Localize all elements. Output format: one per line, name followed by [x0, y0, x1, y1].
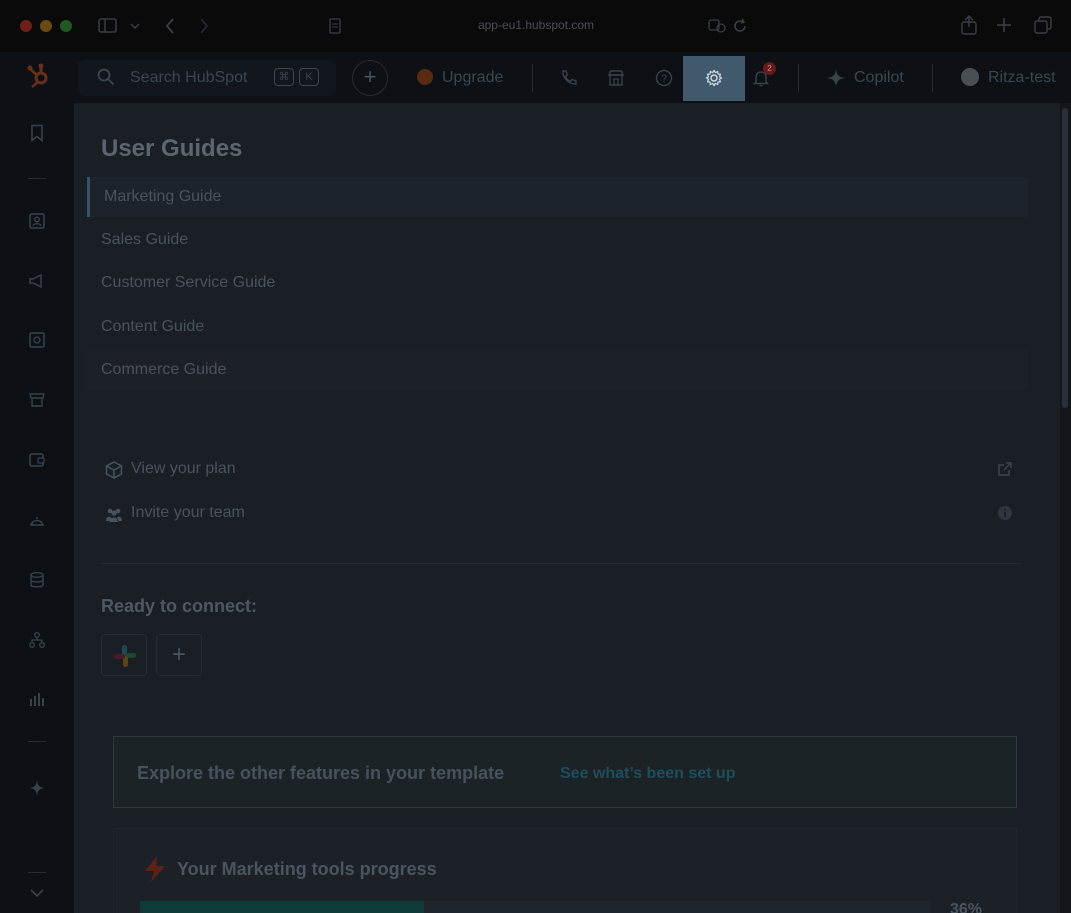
add-integration-button[interactable]: + [156, 634, 202, 676]
minimize-window-button[interactable] [40, 20, 52, 32]
search-placeholder: Search HubSpot [130, 69, 248, 86]
guide-item-label: Content Guide [101, 318, 205, 335]
reload-icon[interactable] [732, 18, 748, 34]
section-divider [101, 563, 1021, 564]
progress-bar-fill [140, 901, 425, 913]
share-icon[interactable] [960, 15, 978, 35]
copilot-sparkle-icon [827, 69, 845, 87]
marketing-megaphone-icon[interactable] [28, 272, 46, 290]
progress-title: Your Marketing tools progress [177, 859, 437, 879]
view-plan-link[interactable]: View your plan [101, 455, 1021, 485]
translate-icon[interactable] [708, 18, 726, 34]
gear-icon [705, 69, 723, 87]
package-box-icon [105, 461, 123, 479]
workflows-icon[interactable] [28, 631, 46, 649]
svg-text:?: ? [661, 73, 667, 85]
maximize-window-button[interactable] [60, 20, 72, 32]
guide-item-label: Marketing Guide [104, 188, 222, 205]
user-guides-title: User Guides [101, 135, 243, 162]
sidebar-divider [28, 741, 46, 742]
marketing-tools-progress-card: Your Marketing tools progress 36% [113, 828, 1017, 913]
guide-item-customer-service[interactable]: Customer Service Guide [87, 263, 1028, 303]
guide-item-label: Customer Service Guide [101, 274, 276, 291]
see-whats-set-up-link[interactable]: See what’s been set up [560, 765, 735, 783]
avatar[interactable] [961, 68, 979, 86]
scrollbar-thumb[interactable] [1062, 108, 1068, 408]
team-people-icon [106, 508, 122, 522]
slack-integration-tile[interactable] [101, 634, 147, 676]
ready-to-connect-title: Ready to connect: [101, 596, 258, 616]
nav-divider [532, 64, 533, 92]
guide-item-sales[interactable]: Sales Guide [87, 220, 1028, 260]
service-bell-icon[interactable] [28, 511, 46, 529]
hubspot-logo-icon[interactable] [26, 63, 52, 89]
lightning-bolt-icon [145, 856, 165, 882]
back-arrow-icon[interactable] [164, 17, 176, 35]
external-link-icon [998, 462, 1012, 476]
create-new-button[interactable]: + [352, 60, 388, 96]
shortcut-key-k: K [299, 68, 319, 86]
forward-arrow-icon[interactable] [198, 17, 210, 35]
view-plan-label: View your plan [131, 460, 236, 477]
sidebar-toggle-icon[interactable] [98, 17, 118, 35]
guide-item-label: Commerce Guide [101, 361, 227, 378]
invite-team-label: Invite your team [131, 504, 245, 521]
chevron-down-icon[interactable] [130, 21, 140, 31]
chevron-down-icon[interactable] [28, 884, 46, 902]
guide-item-content[interactable]: Content Guide [87, 307, 1028, 347]
help-icon[interactable]: ? [655, 69, 673, 87]
info-icon[interactable] [997, 505, 1013, 521]
explore-features-banner: Explore the other features in your templ… [113, 736, 1017, 808]
progress-percent: 36% [950, 901, 983, 913]
copilot-button[interactable]: Copilot [854, 69, 904, 87]
explore-features-text: Explore the other features in your templ… [137, 763, 505, 783]
invite-team-link[interactable]: Invite your team [101, 499, 1021, 529]
content-icon[interactable] [28, 331, 46, 349]
contacts-icon[interactable] [28, 212, 46, 230]
nav-divider [798, 64, 799, 92]
search-icon [97, 68, 115, 86]
new-tab-icon[interactable] [996, 17, 1012, 33]
upgrade-icon [417, 69, 433, 85]
upgrade-button[interactable]: Upgrade [442, 69, 503, 87]
calling-icon[interactable] [560, 69, 578, 87]
address-bar-url[interactable]: app-eu1.hubspot.com [436, 18, 636, 32]
marketplace-icon[interactable] [607, 69, 625, 87]
notification-badge: 2 [763, 62, 776, 75]
guide-item-commerce[interactable]: Commerce Guide [87, 350, 1028, 390]
guide-item-label: Sales Guide [101, 231, 189, 248]
close-window-button[interactable] [20, 20, 32, 32]
bookmark-icon[interactable] [28, 124, 46, 142]
guide-item-marketing[interactable]: Marketing Guide [87, 177, 1028, 217]
slack-logo-icon [114, 645, 136, 667]
reports-bar-chart-icon[interactable] [28, 690, 46, 708]
commerce-store-icon[interactable] [28, 391, 46, 409]
ai-sparkle-icon[interactable] [28, 779, 46, 797]
shortcut-key-cmd: ⌘ [274, 68, 294, 86]
page-icon [329, 18, 341, 34]
sidebar-divider [28, 178, 46, 179]
wallet-icon[interactable] [28, 451, 46, 469]
sidebar-divider [28, 872, 46, 873]
account-menu[interactable]: Ritza-test [988, 69, 1056, 87]
nav-divider [932, 64, 933, 92]
tab-overview-icon[interactable] [1034, 16, 1052, 34]
database-icon[interactable] [28, 571, 46, 589]
